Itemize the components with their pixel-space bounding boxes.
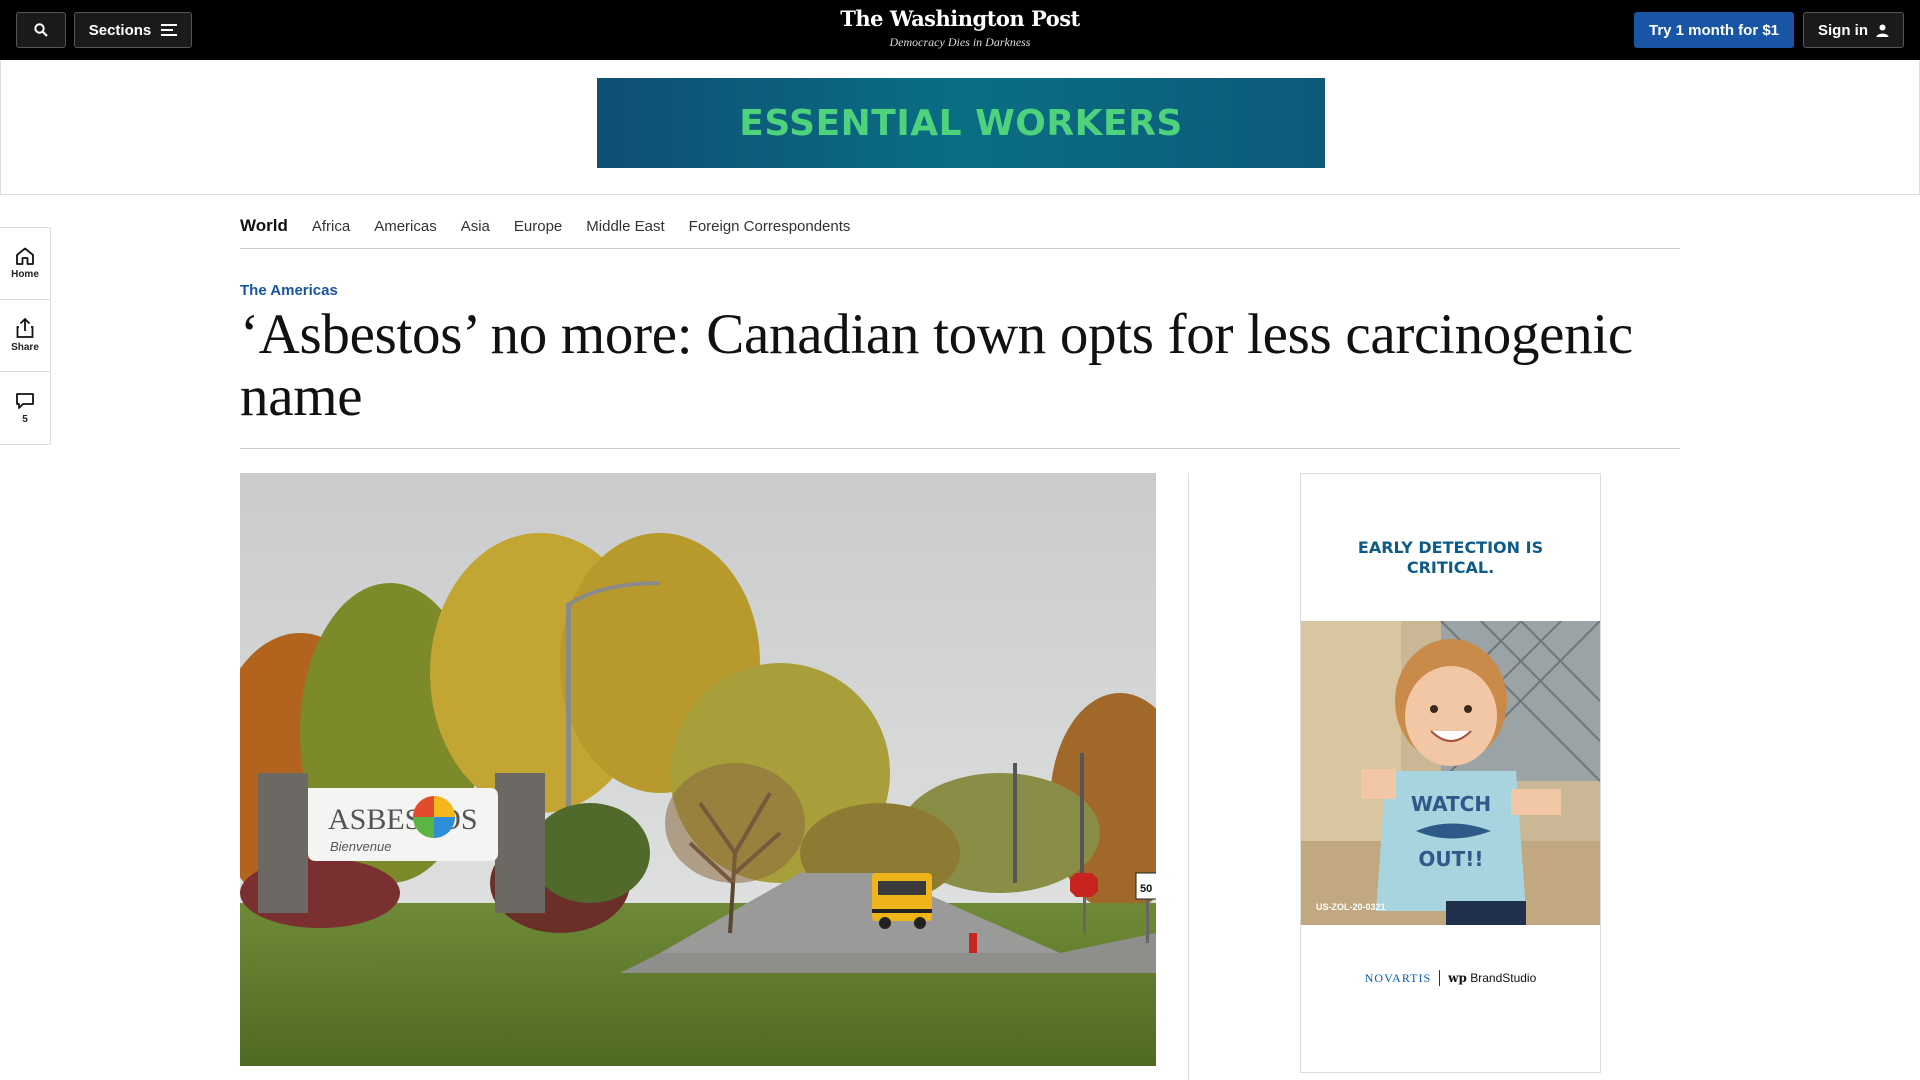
user-icon — [1876, 24, 1889, 37]
section-nav-world[interactable]: World — [240, 216, 288, 236]
section-nav-africa[interactable]: Africa — [312, 218, 350, 235]
rail-home-label: Home — [11, 269, 39, 280]
section-nav-middle-east[interactable]: Middle East — [586, 218, 664, 235]
rail-comments[interactable]: 5 — [0, 372, 50, 444]
brandstudio-label: BrandStudio — [1470, 971, 1537, 985]
comment-icon — [16, 392, 34, 409]
left-rail: Home Share 5 — [0, 227, 51, 445]
top-ad-container: ESSENTIAL WORKERS — [0, 60, 1920, 195]
section-nav-americas[interactable]: Americas — [374, 218, 437, 235]
sign-title: ASBESTOS — [328, 803, 478, 836]
sections-label: Sections — [88, 21, 152, 39]
headline-divider — [240, 448, 1680, 449]
top-bar: Sections The Washington Post Democracy D… — [0, 0, 1920, 60]
section-nav-foreign-correspondents[interactable]: Foreign Correspondents — [689, 218, 851, 235]
masthead[interactable]: The Washington Post Democracy Dies in Da… — [760, 6, 1160, 50]
brandstudio-logo: wp BrandStudio — [1448, 971, 1536, 985]
lead-photo[interactable]: ASBESTOS Bienvenue 50 — [240, 473, 1156, 1066]
search-icon — [34, 23, 48, 37]
rail-share[interactable]: Share — [0, 300, 50, 372]
sidebar-ad-headline-line2: CRITICAL. — [1406, 558, 1495, 577]
column-divider — [1188, 473, 1189, 1080]
section-nav: World Africa Americas Asia Europe Middle… — [240, 204, 1680, 249]
sponsor-separator — [1439, 970, 1441, 986]
shirt-text-line2: OUT!! — [1418, 847, 1483, 871]
wp-logo: wp — [1448, 971, 1467, 985]
speed-sign-text: 50 — [1140, 883, 1152, 895]
sidebar-ad-code: US-ZOL-20-0321 — [1316, 902, 1386, 912]
shirt-text-line1: WATCH — [1411, 792, 1491, 816]
tagline: Democracy Dies in Darkness — [889, 35, 1031, 49]
article-kicker[interactable]: The Americas — [240, 282, 338, 299]
sidebar-ad[interactable]: EARLY DETECTION IS CRITICAL. WATCH OUT!!… — [1300, 473, 1601, 1073]
article-headline: ‘Asbestos’ no more: Canadian town opts f… — [240, 303, 1633, 428]
subscribe-button[interactable]: Try 1 month for $1 — [1634, 12, 1794, 48]
home-icon — [16, 247, 34, 265]
rail-comments-count: 5 — [22, 413, 28, 425]
top-ad-text: ESSENTIAL WORKERS — [739, 102, 1183, 144]
lead-photo-illustration: ASBESTOS Bienvenue 50 — [240, 473, 1156, 1066]
search-button[interactable] — [16, 12, 66, 48]
rail-home[interactable]: Home — [0, 228, 50, 300]
top-ad-banner[interactable]: ESSENTIAL WORKERS — [597, 78, 1325, 168]
sign-in-label: Sign in — [1818, 21, 1868, 39]
share-icon — [16, 318, 34, 338]
sidebar-ad-headline: EARLY DETECTION IS CRITICAL. — [1301, 538, 1600, 578]
sections-button[interactable]: Sections — [74, 12, 192, 48]
logo[interactable]: The Washington Post — [760, 6, 1160, 31]
section-nav-asia[interactable]: Asia — [461, 218, 490, 235]
section-nav-europe[interactable]: Europe — [514, 218, 562, 235]
novartis-logo: NOVARTIS — [1364, 970, 1432, 985]
hamburger-icon — [161, 24, 178, 36]
rail-share-label: Share — [11, 342, 39, 353]
sidebar-ad-photo: WATCH OUT!! — [1301, 621, 1600, 925]
sign-in-button[interactable]: Sign in — [1803, 12, 1904, 48]
sidebar-ad-sponsor: NOVARTIS wp BrandStudio — [1301, 970, 1600, 986]
sign-subtitle: Bienvenue — [330, 839, 391, 854]
sidebar-ad-headline-line1: EARLY DETECTION IS — [1357, 538, 1544, 557]
